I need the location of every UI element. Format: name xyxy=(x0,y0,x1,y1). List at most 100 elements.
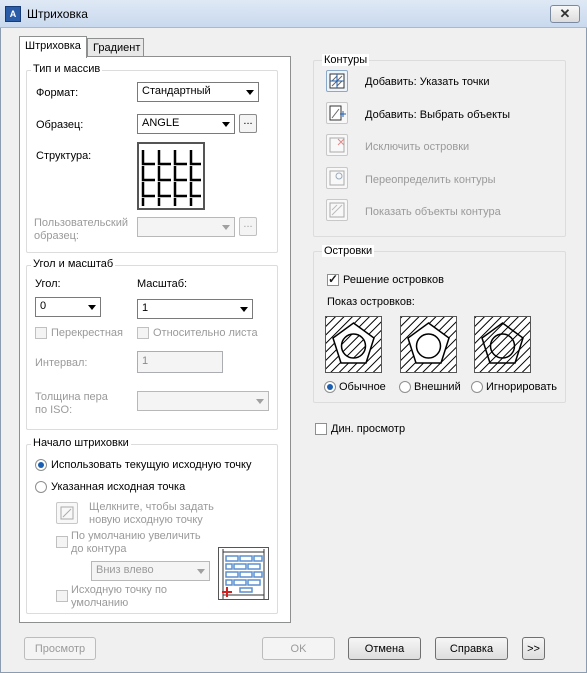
scale-select[interactable]: 1 xyxy=(137,299,253,319)
scale-select-value: 1 xyxy=(142,302,149,314)
set-origin-button[interactable] xyxy=(56,502,78,524)
island-outer-icon xyxy=(401,317,456,372)
window-title: Штриховка xyxy=(27,7,88,21)
add-pick-points-button[interactable] xyxy=(326,70,348,92)
preview-button[interactable]: Просмотр xyxy=(24,637,96,660)
recreate-boundary-button[interactable] xyxy=(326,167,348,189)
dyn-preview-checkbox[interactable] xyxy=(315,423,327,435)
island-normal-label: Обычное xyxy=(339,381,386,393)
structure-label: Структура: xyxy=(36,150,92,162)
sample-browse-button[interactable]: ... xyxy=(239,114,257,133)
chevron-down-icon xyxy=(256,399,264,404)
sample-select[interactable]: ANGLE xyxy=(137,114,235,134)
origin-preview-image xyxy=(218,547,269,600)
angle-pattern-icon xyxy=(141,150,201,206)
chevron-down-icon xyxy=(88,305,96,310)
angle-select[interactable]: 0 xyxy=(35,297,101,317)
sample-select-value: ANGLE xyxy=(142,117,180,129)
click-set-origin-label-1: Щелкните, чтобы задать xyxy=(89,501,214,513)
recreate-boundary-icon xyxy=(329,170,345,186)
island-display-label: Показ островков: xyxy=(327,296,415,308)
tab-gradient[interactable]: Градиент xyxy=(87,38,144,56)
select-objects-icon xyxy=(329,105,346,121)
island-normal-image[interactable] xyxy=(325,316,382,373)
type-pattern-title: Тип и массив xyxy=(31,63,103,75)
island-outer-image[interactable] xyxy=(400,316,457,373)
chevron-down-icon xyxy=(222,225,230,230)
title-bar xyxy=(0,0,587,28)
pick-points-icon xyxy=(329,73,345,89)
angle-select-value: 0 xyxy=(40,300,47,312)
chevron-down-icon xyxy=(240,307,248,312)
interval-label: Интервал: xyxy=(35,357,88,369)
custom-pattern-select[interactable] xyxy=(137,217,235,237)
store-default-label-1: Исходную точку по xyxy=(71,584,168,596)
add-select-objects-button[interactable] xyxy=(326,102,348,124)
origin-title: Начало штриховки xyxy=(31,437,131,449)
cancel-button[interactable]: Отмена xyxy=(348,637,421,660)
chevron-down-icon xyxy=(222,122,230,127)
remove-islands-button[interactable] xyxy=(326,134,348,156)
pen-width-label-2: по ISO: xyxy=(35,404,73,416)
add-pick-points-label: Добавить: Указать точки xyxy=(365,76,490,88)
pick-point-icon xyxy=(60,506,74,520)
brick-origin-icon xyxy=(222,549,265,599)
origin-position-select[interactable]: Вниз влево xyxy=(91,561,210,581)
recreate-boundary-label: Переопределить контуры xyxy=(365,174,496,186)
use-current-origin-radio[interactable] xyxy=(35,459,47,471)
island-normal-radio[interactable] xyxy=(324,381,336,393)
view-selections-icon xyxy=(329,202,345,218)
default-extents-label-2: до контура xyxy=(71,543,127,555)
tab-hatch[interactable]: Штриховка xyxy=(19,36,87,58)
chevron-down-icon xyxy=(197,569,205,574)
scale-label: Масштаб: xyxy=(137,278,188,290)
crossed-label: Перекрестная xyxy=(51,327,123,339)
chevron-down-icon xyxy=(246,90,254,95)
default-extents-label-1: По умолчанию увеличить xyxy=(71,530,201,542)
islands-title: Островки xyxy=(322,245,375,257)
island-outer-label: Внешний xyxy=(414,381,461,393)
format-select-value: Стандартный xyxy=(142,85,211,97)
specified-origin-radio[interactable] xyxy=(35,481,47,493)
close-button[interactable]: ✕ xyxy=(550,5,580,23)
format-select[interactable]: Стандартный xyxy=(137,82,259,102)
more-options-button[interactable]: >> xyxy=(522,637,545,660)
help-button[interactable]: Справка xyxy=(435,637,508,660)
view-selections-button[interactable] xyxy=(326,199,348,221)
add-select-objects-label: Добавить: Выбрать объекты xyxy=(365,109,511,121)
island-detection-checkbox[interactable] xyxy=(327,272,339,286)
pen-width-select[interactable] xyxy=(137,391,269,411)
store-default-label-2: умолчанию xyxy=(71,597,129,609)
autocad-icon: A xyxy=(5,6,21,22)
angle-scale-title: Угол и масштаб xyxy=(31,258,116,270)
island-ignore-radio[interactable] xyxy=(471,381,483,393)
relative-paper-label: Относительно листа xyxy=(153,327,258,339)
view-selections-label: Показать объекты контура xyxy=(365,206,501,218)
island-ignore-image[interactable] xyxy=(474,316,531,373)
relative-paper-checkbox[interactable] xyxy=(137,327,149,339)
boundaries-title: Контуры xyxy=(322,54,370,66)
sample-label: Образец: xyxy=(36,119,84,131)
custom-pattern-browse-button[interactable]: ... xyxy=(239,217,257,236)
ok-button[interactable]: OK xyxy=(262,637,335,660)
island-normal-icon xyxy=(326,317,381,372)
use-current-origin-label: Использовать текущую исходную точку xyxy=(51,459,252,471)
format-label: Формат: xyxy=(36,87,79,99)
island-ignore-icon xyxy=(475,317,530,372)
pattern-swatch[interactable] xyxy=(137,142,205,210)
island-outer-radio[interactable] xyxy=(399,381,411,393)
click-set-origin-label-2: новую исходную точку xyxy=(89,514,203,526)
origin-position-value: Вниз влево xyxy=(96,564,154,576)
interval-input[interactable]: 1 xyxy=(137,351,223,373)
angle-label: Угол: xyxy=(35,278,61,290)
island-detection-label: Решение островков xyxy=(343,274,444,286)
custom-pattern-label-2: образец: xyxy=(34,230,79,242)
island-ignore-label: Игнорировать xyxy=(486,381,557,393)
default-extents-checkbox[interactable] xyxy=(56,536,68,548)
specified-origin-label: Указанная исходная точка xyxy=(51,481,186,493)
dyn-preview-label: Дин. просмотр xyxy=(331,423,406,435)
crossed-checkbox[interactable] xyxy=(35,327,47,339)
custom-pattern-label-1: Пользовательский xyxy=(34,217,128,229)
pen-width-label-1: Толщина пера xyxy=(35,391,108,403)
store-default-checkbox[interactable] xyxy=(56,590,68,602)
